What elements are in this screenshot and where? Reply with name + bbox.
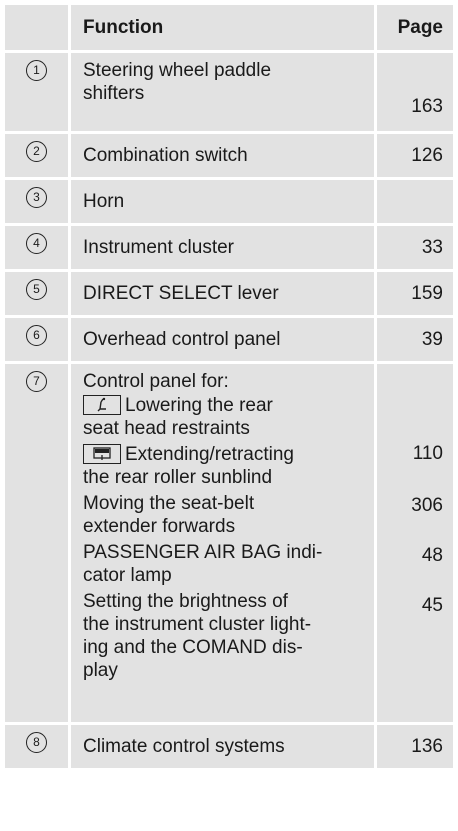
- callout-number: 4: [26, 233, 47, 254]
- function-text: Instrument cluster: [71, 226, 377, 269]
- table-header: Function Page: [5, 5, 453, 53]
- header-number-cell: [5, 5, 71, 50]
- function-text: Combination switch: [71, 134, 377, 177]
- list-item: PASSENGER AIR BAG indi-cator lamp: [83, 542, 323, 586]
- function-text: Overhead control panel: [71, 318, 377, 361]
- list-item: Setting the brightness of the instrument …: [83, 591, 312, 681]
- callout-number: 7: [26, 371, 47, 392]
- function-table: Function Page 1 Steering wheel paddle shi…: [5, 5, 453, 771]
- table-row: 6 Overhead control panel 39: [5, 318, 453, 364]
- seat-head-restraint-icon: [83, 395, 121, 415]
- table-row: 8 Climate control systems 136: [5, 725, 453, 771]
- function-text: Horn: [71, 180, 377, 223]
- list-item: Extending/retracting the rear roller sunb…: [83, 444, 294, 488]
- page-number: 126: [411, 145, 443, 166]
- page-number: 110: [412, 443, 443, 464]
- page-number: 159: [411, 283, 443, 304]
- function-text: Steering wheel paddle shifters: [71, 53, 377, 131]
- page-number: 306: [411, 495, 443, 516]
- page-number: 163: [411, 96, 443, 117]
- header-page: Page: [377, 5, 453, 50]
- callout-number: 2: [26, 141, 47, 162]
- page-number: 45: [421, 595, 443, 616]
- function-text: DIRECT SELECT lever: [71, 272, 377, 315]
- callout-number: 8: [26, 732, 47, 753]
- table-row: 7 Control panel for: Lowering the rear se…: [5, 364, 453, 725]
- callout-number: 6: [26, 325, 47, 346]
- page-number: 39: [421, 329, 443, 350]
- page-number: 136: [411, 736, 443, 757]
- intro-text: Control panel for:: [83, 371, 229, 392]
- callout-number: 3: [26, 187, 47, 208]
- header-function: Function: [71, 5, 377, 50]
- page-number: 33: [421, 237, 443, 258]
- roller-sunblind-icon: [83, 444, 121, 464]
- list-item: Moving the seat-belt extender forwards: [83, 493, 255, 537]
- function-text: Climate control systems: [71, 725, 377, 768]
- page-number: 48: [421, 545, 443, 566]
- table-row: 3 Horn: [5, 180, 453, 226]
- list-item: Lowering the rear seat head restraints: [83, 395, 273, 439]
- table-row: 1 Steering wheel paddle shifters 163: [5, 53, 453, 134]
- callout-number: 1: [26, 60, 47, 81]
- table-row: 5 DIRECT SELECT lever 159: [5, 272, 453, 318]
- table-row: 4 Instrument cluster 33: [5, 226, 453, 272]
- function-text: Control panel for: Lowering the rear seat…: [71, 364, 377, 722]
- table-row: 2 Combination switch 126: [5, 134, 453, 180]
- callout-number: 5: [26, 279, 47, 300]
